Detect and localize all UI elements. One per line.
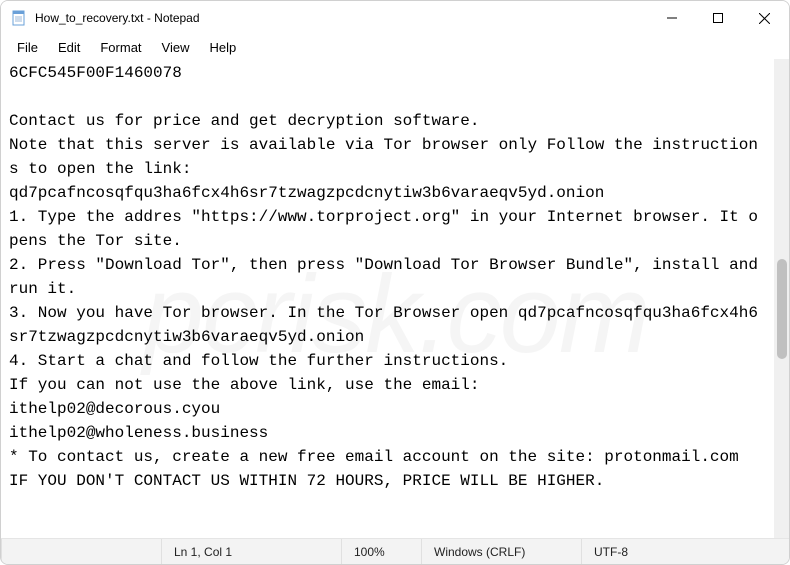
menu-edit[interactable]: Edit [48, 38, 90, 57]
status-spacer [1, 539, 161, 564]
minimize-button[interactable] [649, 1, 695, 35]
statusbar: Ln 1, Col 1 100% Windows (CRLF) UTF-8 [1, 538, 789, 564]
menubar: File Edit Format View Help [1, 35, 789, 59]
titlebar[interactable]: How_to_recovery.txt - Notepad [1, 1, 789, 35]
notepad-window: How_to_recovery.txt - Notepad File Edit … [0, 0, 790, 565]
scroll-thumb[interactable] [777, 259, 787, 359]
window-controls [649, 1, 787, 35]
menu-file[interactable]: File [7, 38, 48, 57]
window-title: How_to_recovery.txt - Notepad [35, 11, 649, 25]
status-zoom: 100% [341, 539, 421, 564]
menu-view[interactable]: View [152, 38, 200, 57]
editor-container: 6CFC545F00F1460078 Contact us for price … [1, 59, 789, 538]
text-editor[interactable]: 6CFC545F00F1460078 Contact us for price … [1, 59, 774, 538]
maximize-button[interactable] [695, 1, 741, 35]
notepad-icon [11, 10, 27, 26]
status-line-ending: Windows (CRLF) [421, 539, 581, 564]
status-encoding: UTF-8 [581, 539, 789, 564]
vertical-scrollbar[interactable] [774, 59, 789, 538]
close-button[interactable] [741, 1, 787, 35]
menu-help[interactable]: Help [199, 38, 246, 57]
menu-format[interactable]: Format [90, 38, 151, 57]
status-line-col: Ln 1, Col 1 [161, 539, 341, 564]
